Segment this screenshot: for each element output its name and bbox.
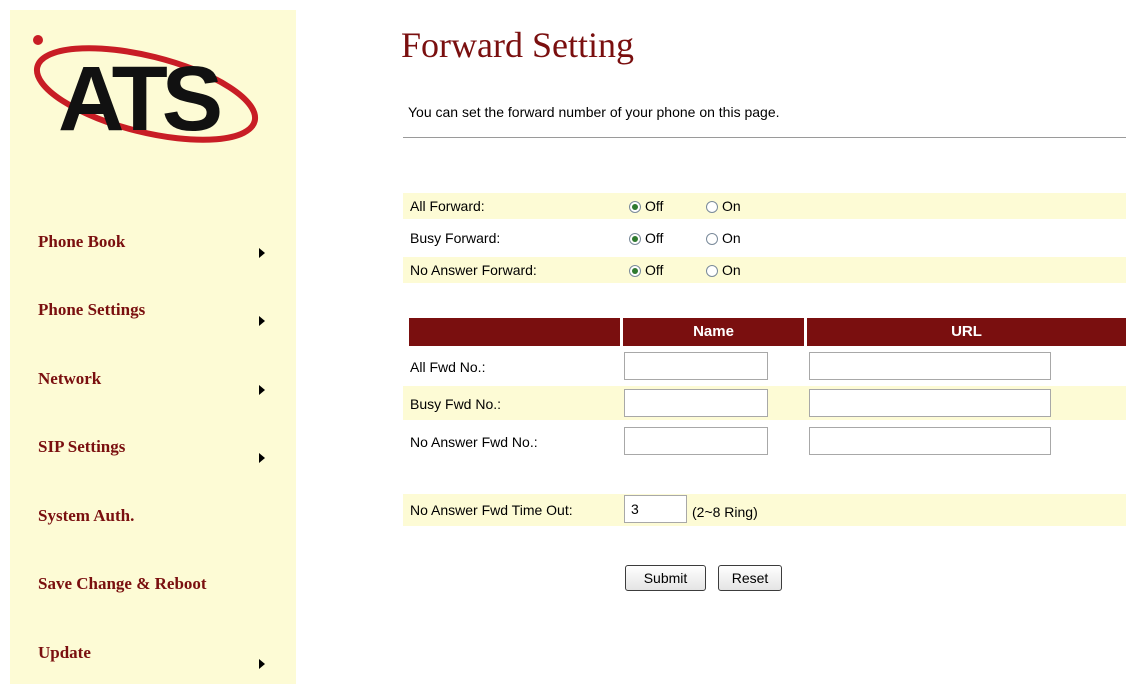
no-answer-forward-on-radio[interactable] bbox=[706, 265, 718, 277]
sidebar-item-sip-settings[interactable]: SIP Settings bbox=[10, 437, 296, 487]
sidebar-item-update[interactable]: Update bbox=[10, 643, 296, 693]
no-answer-fwd-url-input[interactable] bbox=[809, 427, 1051, 455]
all-forward-off-radio[interactable] bbox=[629, 201, 641, 213]
all-forward-label: All Forward: bbox=[410, 198, 485, 214]
radio-label: On bbox=[722, 198, 741, 214]
option-row-band bbox=[403, 193, 1126, 219]
submit-button[interactable]: Submit bbox=[625, 565, 706, 591]
table-header-blank bbox=[409, 318, 620, 346]
busy-forward-on-radio[interactable] bbox=[706, 233, 718, 245]
timeout-label: No Answer Fwd Time Out: bbox=[410, 502, 573, 518]
arrow-right-icon bbox=[259, 453, 265, 463]
busy-fwd-url-input[interactable] bbox=[809, 389, 1051, 417]
busy-forward-label: Busy Forward: bbox=[410, 230, 501, 246]
radio-label: On bbox=[722, 262, 741, 278]
sidebar-item-system-auth[interactable]: System Auth. bbox=[10, 506, 296, 556]
timeout-hint: (2~8 Ring) bbox=[692, 504, 758, 520]
all-fwd-no-label: All Fwd No.: bbox=[410, 359, 486, 375]
sidebar-item-save-change-reboot[interactable]: Save Change & Reboot bbox=[10, 574, 296, 624]
busy-fwd-name-input[interactable] bbox=[624, 389, 768, 417]
sidebar-item-label: Phone Book bbox=[38, 232, 126, 251]
logo-text: ATS bbox=[58, 48, 220, 150]
no-answer-fwd-no-label: No Answer Fwd No.: bbox=[410, 434, 538, 450]
no-answer-forward-off-radio[interactable] bbox=[629, 265, 641, 277]
sidebar-item-label: Save Change & Reboot bbox=[38, 574, 207, 593]
sidebar-item-label: Update bbox=[38, 643, 91, 662]
arrow-right-icon bbox=[259, 248, 265, 258]
arrow-right-icon bbox=[259, 316, 265, 326]
page-description: You can set the forward number of your p… bbox=[408, 104, 780, 120]
ats-logo: ATS bbox=[33, 35, 259, 150]
page-title: Forward Setting bbox=[401, 25, 634, 65]
all-fwd-url-input[interactable] bbox=[809, 352, 1051, 380]
sidebar-item-label: SIP Settings bbox=[38, 437, 126, 456]
arrow-right-icon bbox=[259, 659, 265, 669]
no-answer-forward-label: No Answer Forward: bbox=[410, 262, 537, 278]
sidebar-item-label: System Auth. bbox=[38, 506, 135, 525]
reset-button[interactable]: Reset bbox=[718, 565, 782, 591]
radio-label: Off bbox=[645, 230, 664, 246]
timeout-input[interactable] bbox=[624, 495, 687, 523]
sidebar-item-label: Network bbox=[38, 369, 102, 388]
table-header-url: URL bbox=[807, 318, 1126, 346]
arrow-right-icon bbox=[259, 385, 265, 395]
sidebar-item-phone-settings[interactable]: Phone Settings bbox=[10, 300, 296, 350]
busy-fwd-no-label: Busy Fwd No.: bbox=[410, 396, 502, 412]
sidebar-item-label: Phone Settings bbox=[38, 300, 146, 319]
busy-forward-off-radio[interactable] bbox=[629, 233, 641, 245]
all-fwd-name-input[interactable] bbox=[624, 352, 768, 380]
no-answer-fwd-name-input[interactable] bbox=[624, 427, 768, 455]
sidebar-item-network[interactable]: Network bbox=[10, 369, 296, 419]
sidebar-item-phone-book[interactable]: Phone Book bbox=[10, 232, 296, 282]
title-divider bbox=[403, 137, 1126, 138]
radio-label: Off bbox=[645, 262, 664, 278]
radio-label: On bbox=[722, 230, 741, 246]
radio-label: Off bbox=[645, 198, 664, 214]
table-header-name: Name bbox=[623, 318, 804, 346]
all-forward-on-radio[interactable] bbox=[706, 201, 718, 213]
sidebar: ATS Phone Book Phone Settings Network SI… bbox=[10, 10, 296, 684]
